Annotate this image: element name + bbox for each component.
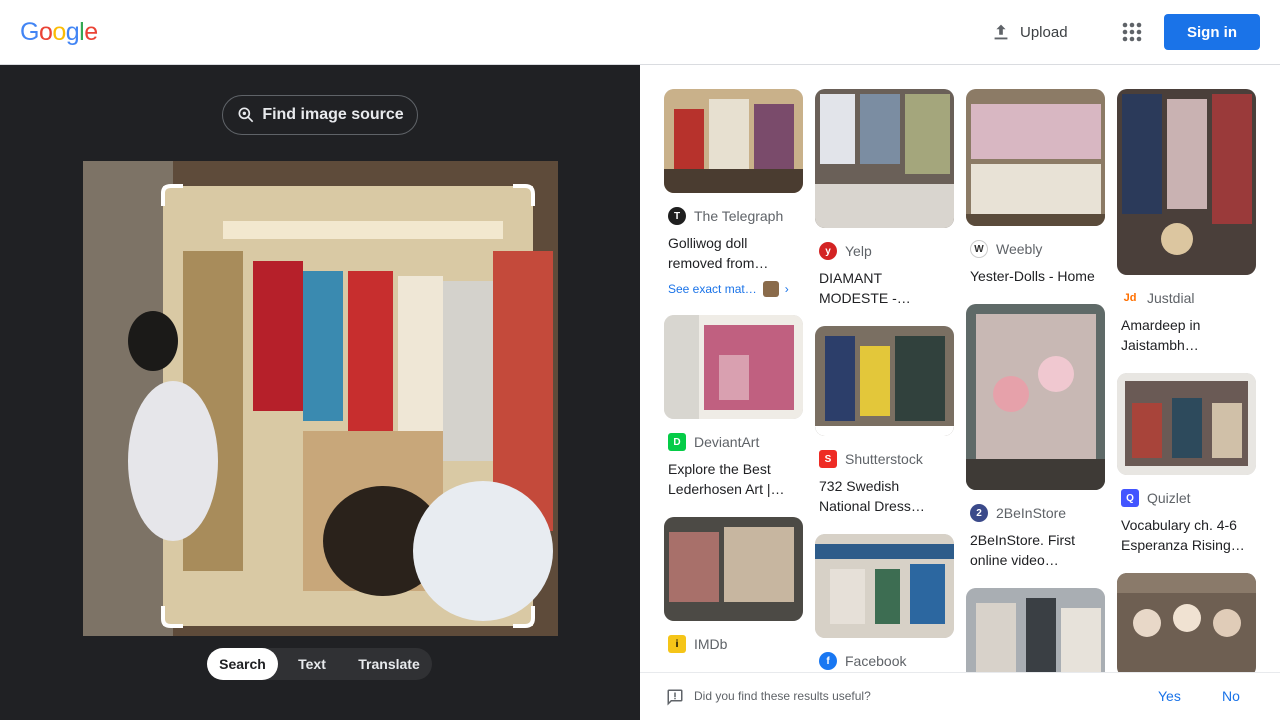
result-thumbnail[interactable] [664,315,803,419]
result-card[interactable]: i IMDb [664,517,803,653]
weebly-favicon-icon: W [970,240,988,258]
result-thumbnail[interactable] [1117,573,1256,672]
chevron-right-icon: › [784,282,789,296]
results-column: T The Telegraph Golliwog doll removed fr… [664,89,803,671]
result-card[interactable]: T The Telegraph Golliwog doll removed fr… [664,89,803,297]
result-title[interactable]: Vocabulary ch. 4-6 Esperanza Rising… [1117,515,1256,555]
result-source-label: Facebook [845,653,907,669]
see-exact-matches-link[interactable]: See exact mat… › [664,281,803,297]
tab-text[interactable]: Text [278,648,346,680]
result-card[interactable]: D DeviantArt Explore the Best Lederhosen… [664,315,803,499]
shutterstock-favicon-icon: S [819,450,837,468]
result-source: T The Telegraph [664,207,803,225]
quizlet-favicon-icon: Q [1121,489,1139,507]
result-source: W Weebly [966,240,1105,258]
result-card[interactable]: f Facebook [815,534,954,670]
upload-icon [994,24,1008,40]
results-panel: T The Telegraph Golliwog doll removed fr… [640,65,1280,672]
result-source-label: Yelp [845,243,872,259]
result-thumbnail[interactable] [815,89,954,228]
result-thumbnail[interactable] [1117,373,1256,475]
result-title[interactable]: DIAMANT MODESTE -… [815,268,954,308]
deviantart-favicon-icon: D [668,433,686,451]
yelp-favicon-icon: y [819,242,837,260]
logo-letter: e [84,18,98,46]
result-card[interactable]: Jd Justdial Amardeep in Jaistambh… [1117,89,1256,355]
result-source: i IMDb [664,635,803,653]
query-panel: Find image source Search Text Translate [0,65,640,720]
result-source-label: Shutterstock [845,451,923,467]
result-title[interactable]: 2BeInStore. First online video… [966,530,1105,570]
feedback-bar: Did you find these results useful? Yes N… [640,672,1280,720]
result-source-label: DeviantArt [694,434,760,450]
result-title[interactable]: Amardeep in Jaistambh… [1117,315,1256,355]
logo-letter: g [65,18,80,46]
result-card[interactable]: y Yelp DIAMANT MODESTE -… [815,89,954,308]
result-card[interactable]: Q Quizlet Vocabulary ch. 4-6 Esperanza R… [1117,373,1256,555]
result-card[interactable]: 2 2BeInStore 2BeInStore. First online vi… [966,304,1105,570]
apps-grid-icon[interactable] [1118,18,1146,46]
tab-search[interactable]: Search [207,648,278,680]
lens-mode-tabs: Search Text Translate [207,648,432,680]
result-card[interactable]: S Shutterstock 732 Swedish National Dres… [815,326,954,516]
result-thumbnail[interactable] [966,89,1105,226]
feedback-icon [667,689,683,706]
result-thumbnail[interactable] [966,588,1105,672]
result-thumbnail[interactable] [815,534,954,638]
result-source: y Yelp [815,242,954,260]
feedback-yes-button[interactable]: Yes [1158,688,1181,704]
feedback-question: Did you find these results useful? [694,689,871,703]
result-source: S Shutterstock [815,450,954,468]
sign-in-button[interactable]: Sign in [1164,14,1260,50]
result-source: f Facebook [815,652,954,670]
result-source-label: Weebly [996,241,1043,257]
telegraph-favicon-icon: T [668,207,686,225]
results-column: W Weebly Yester-Dolls - Home 2 2BeInStor… [966,89,1105,672]
result-thumbnail[interactable] [966,304,1105,490]
logo-letter: o [52,18,66,46]
find-image-source-label: Find image source [262,106,404,123]
results-column: Jd Justdial Amardeep in Jaistambh… Q Qui… [1117,89,1256,672]
result-thumbnail[interactable] [1117,89,1256,275]
result-source-label: Justdial [1147,290,1195,306]
result-source-label: The Telegraph [694,208,784,224]
result-source: D DeviantArt [664,433,803,451]
feedback-no-button[interactable]: No [1222,688,1240,704]
top-header: Google Upload Sign in [0,0,1280,65]
result-source: Q Quizlet [1117,489,1256,507]
results-column: y Yelp DIAMANT MODESTE -… S Shutterstock… [815,89,954,672]
tab-translate[interactable]: Translate [346,648,432,680]
find-image-source-button[interactable]: Find image source [222,95,418,135]
upload-button[interactable]: Upload [990,18,1068,46]
upload-label: Upload [1020,23,1068,41]
result-card[interactable] [966,588,1105,672]
see-exact-matches-label: See exact mat… [668,282,757,296]
query-image[interactable] [83,161,558,636]
exact-match-thumbnail [762,281,779,297]
result-thumbnail[interactable] [664,89,803,193]
result-source-label: 2BeInStore [996,505,1067,521]
result-thumbnail[interactable] [664,517,803,621]
result-title[interactable]: 732 Swedish National Dress… [815,476,954,516]
facebook-favicon-icon: f [819,652,837,670]
result-title[interactable]: Explore the Best Lederhosen Art |… [664,459,803,499]
result-card[interactable]: W Weebly Yester-Dolls - Home [966,89,1105,286]
result-thumbnail[interactable] [815,326,954,436]
result-card[interactable] [1117,573,1256,672]
google-logo[interactable]: Google [20,18,98,47]
lens-search-icon [238,107,254,123]
imdb-favicon-icon: i [668,635,686,653]
result-source-label: Quizlet [1147,490,1191,506]
logo-letter: o [38,18,53,46]
result-source: 2 2BeInStore [966,504,1105,522]
result-title[interactable]: Golliwog doll removed from… [664,233,803,273]
result-title[interactable]: Yester-Dolls - Home [966,266,1105,286]
logo-letter: G [20,18,39,46]
2beinstore-favicon-icon: 2 [970,504,988,522]
result-source-label: IMDb [694,636,728,652]
result-source: Jd Justdial [1117,289,1256,307]
justdial-favicon-icon: Jd [1121,289,1139,307]
